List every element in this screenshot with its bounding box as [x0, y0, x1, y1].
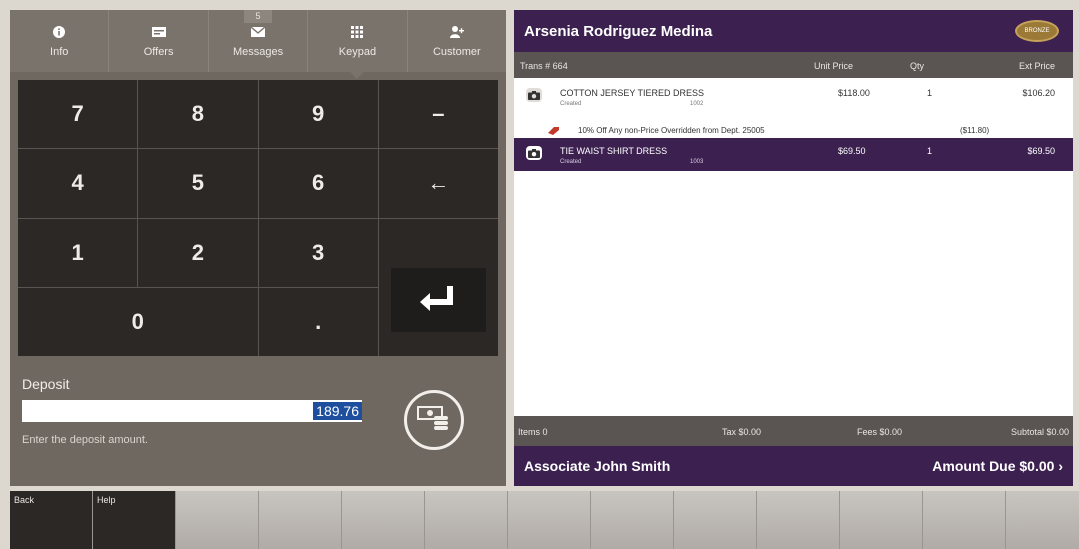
subtotal: Subtotal $0.00 — [1010, 427, 1069, 437]
function-key-10[interactable] — [757, 491, 839, 549]
offers-icon — [151, 25, 166, 39]
key-7[interactable]: 7 — [18, 80, 138, 149]
pos-window: Info Offers 5 Messages Keypad Customer 7… — [0, 0, 1079, 549]
line-item-row[interactable]: COTTON JERSEY TIERED DRESS Created 1002 … — [514, 80, 1073, 113]
tab-messages[interactable]: 5 Messages — [209, 10, 309, 72]
key-8[interactable]: 8 — [138, 80, 258, 149]
function-key-8[interactable] — [591, 491, 673, 549]
keypad-icon — [350, 25, 364, 39]
function-key-4[interactable] — [259, 491, 341, 549]
item-status: Created — [560, 101, 582, 107]
deposit-section: Deposit 189.76 Enter the deposit amount. — [10, 364, 506, 486]
function-key-11[interactable] — [840, 491, 922, 549]
numeric-keypad: 7 8 9 – 4 5 6 ← 1 2 3 0 . — [18, 80, 498, 356]
key-4[interactable]: 4 — [18, 149, 138, 218]
camera-icon — [526, 88, 542, 102]
deposit-hint: Enter the deposit amount. — [22, 434, 148, 446]
totals-bar: Items 0 Tax $0.00 Fees $0.00 Subtotal $0… — [514, 416, 1073, 446]
item-name: TIE WAIST SHIRT DRESS — [560, 146, 668, 156]
line-items-header: Trans # 664 Unit Price Qty Ext Price — [514, 52, 1073, 78]
item-name: COTTON JERSEY TIERED DRESS — [560, 88, 705, 98]
function-key-13[interactable] — [1006, 491, 1079, 549]
key-5[interactable]: 5 — [138, 149, 258, 218]
column-unit-price: Unit Price — [814, 61, 854, 71]
deposit-title: Deposit — [22, 376, 70, 392]
item-unit-price: $69.50 — [838, 146, 866, 156]
tax-total: Tax $0.00 — [722, 427, 762, 437]
line-item-row-selected[interactable]: TIE WAIST SHIRT DRESS Created 1003 $69.5… — [514, 138, 1073, 171]
tab-messages-label: Messages — [232, 45, 284, 58]
loyalty-tier-badge: BRONZE — [1015, 20, 1059, 42]
key-enter[interactable] — [378, 218, 498, 356]
key-0[interactable]: 0 — [18, 287, 258, 356]
function-key-7[interactable] — [508, 491, 590, 549]
item-sku: 1002 — [690, 101, 704, 107]
envelope-icon — [251, 25, 266, 39]
discount-description: 10% Off Any non-Price Overridden from De… — [578, 126, 765, 135]
item-status: Created — [560, 159, 582, 165]
key-6[interactable]: 6 — [258, 149, 378, 218]
fees-total: Fees $0.00 — [857, 427, 903, 437]
discount-line[interactable]: 10% Off Any non-Price Overridden from De… — [514, 124, 1073, 138]
tab-offers[interactable]: Offers — [109, 10, 209, 72]
tab-customer[interactable]: Customer — [408, 10, 506, 72]
camera-icon — [526, 146, 542, 160]
item-unit-price: $118.00 — [838, 88, 870, 98]
messages-count-badge: 5 — [244, 10, 273, 23]
tab-keypad[interactable]: Keypad — [308, 10, 408, 79]
column-ext-price: Ext Price — [1018, 61, 1055, 71]
key-1[interactable]: 1 — [18, 218, 138, 287]
key-2[interactable]: 2 — [138, 218, 258, 287]
keypad-panel: Info Offers 5 Messages Keypad Customer 7… — [10, 10, 506, 486]
key-minus[interactable]: – — [378, 80, 498, 149]
key-decimal[interactable]: . — [258, 287, 378, 356]
tab-keypad-label: Keypad — [338, 45, 377, 58]
function-key-3[interactable] — [176, 491, 258, 549]
tender-cash-button[interactable] — [404, 390, 464, 450]
key-backspace[interactable]: ← — [378, 149, 498, 218]
item-sku: 1003 — [690, 159, 704, 165]
back-label: Back — [14, 495, 35, 505]
deposit-amount-value: 189.76 — [313, 402, 362, 420]
function-key-5[interactable] — [342, 491, 424, 549]
function-key-12[interactable] — [923, 491, 1005, 549]
associate-name: Associate John Smith — [524, 458, 671, 474]
cash-icon — [417, 405, 451, 436]
customer-name[interactable]: Arsenia Rodriguez Medina — [514, 23, 712, 40]
function-key-6[interactable] — [425, 491, 507, 549]
help-label: Help — [97, 495, 116, 505]
help-button[interactable]: Help — [93, 491, 175, 549]
tab-info[interactable]: Info — [10, 10, 110, 72]
customer-header: Arsenia Rodriguez Medina BRONZE — [514, 10, 1073, 52]
key-9[interactable]: 9 — [258, 80, 378, 149]
function-key-bar: Back Help — [10, 491, 1079, 549]
column-qty: Qty — [910, 61, 925, 71]
discount-amount: ($11.80) — [960, 126, 990, 135]
item-qty: 1 — [927, 146, 933, 156]
customer-icon — [449, 25, 464, 39]
item-qty: 1 — [927, 88, 933, 98]
items-count: Items 0 — [518, 427, 548, 437]
back-button[interactable]: Back — [10, 491, 92, 549]
tab-offers-label: Offers — [143, 45, 174, 58]
transaction-number: Trans # 664 — [520, 61, 568, 71]
tab-bar: Info Offers 5 Messages Keypad Customer — [10, 10, 506, 79]
item-ext-price: $69.50 — [1027, 146, 1055, 156]
discount-tag-icon — [548, 125, 560, 137]
item-ext-price: $106.20 — [1022, 88, 1055, 98]
function-key-9[interactable] — [674, 491, 756, 549]
tab-info-label: Info — [50, 45, 69, 58]
tab-customer-label: Customer — [432, 45, 481, 58]
amount-due-button[interactable]: Amount Due $0.00 › — [932, 458, 1063, 474]
footer-bar: Associate John Smith Amount Due $0.00 › — [514, 446, 1073, 486]
transaction-panel: Arsenia Rodriguez Medina BRONZE Trans # … — [514, 10, 1073, 486]
key-3[interactable]: 3 — [258, 218, 378, 287]
info-icon — [52, 25, 66, 39]
enter-icon — [390, 268, 486, 333]
deposit-amount-input[interactable]: 189.76 — [22, 400, 362, 422]
